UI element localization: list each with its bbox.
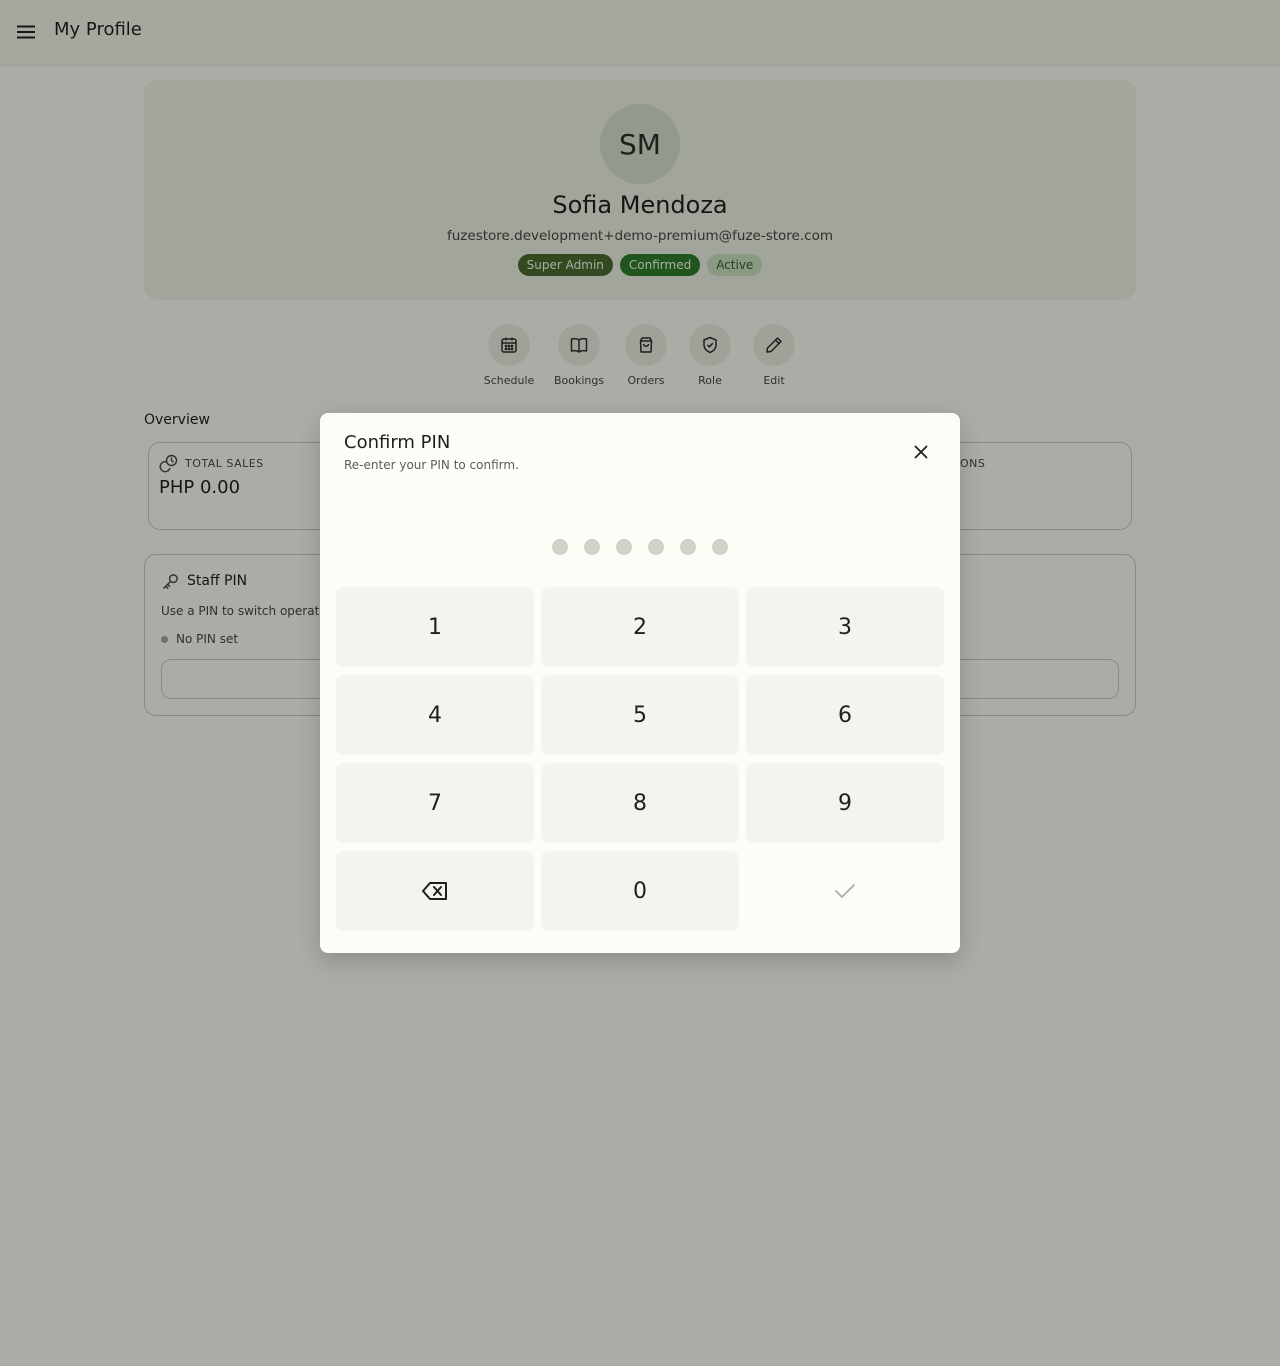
key-3[interactable]: 3 bbox=[746, 587, 944, 667]
pin-indicator bbox=[320, 539, 960, 555]
dialog-title: Confirm PIN bbox=[344, 432, 451, 453]
backspace-key[interactable] bbox=[336, 851, 534, 931]
backspace-icon bbox=[422, 882, 447, 900]
close-icon bbox=[914, 445, 928, 459]
key-2[interactable]: 2 bbox=[541, 587, 739, 667]
pin-dot bbox=[552, 539, 568, 555]
close-button[interactable] bbox=[906, 437, 936, 467]
pin-dot bbox=[648, 539, 664, 555]
pin-dot bbox=[680, 539, 696, 555]
key-7[interactable]: 7 bbox=[336, 763, 534, 843]
key-9[interactable]: 9 bbox=[746, 763, 944, 843]
key-8[interactable]: 8 bbox=[541, 763, 739, 843]
key-1[interactable]: 1 bbox=[336, 587, 534, 667]
key-6[interactable]: 6 bbox=[746, 675, 944, 755]
confirm-pin-dialog: Confirm PIN Re-enter your PIN to confirm… bbox=[320, 413, 960, 953]
key-4[interactable]: 4 bbox=[336, 675, 534, 755]
key-0[interactable]: 0 bbox=[541, 851, 739, 931]
pin-dot bbox=[616, 539, 632, 555]
checkmark-icon bbox=[835, 884, 855, 898]
dialog-subtitle: Re-enter your PIN to confirm. bbox=[344, 458, 519, 472]
confirm-key[interactable] bbox=[746, 851, 944, 931]
pin-dot bbox=[712, 539, 728, 555]
key-5[interactable]: 5 bbox=[541, 675, 739, 755]
pin-dot bbox=[584, 539, 600, 555]
